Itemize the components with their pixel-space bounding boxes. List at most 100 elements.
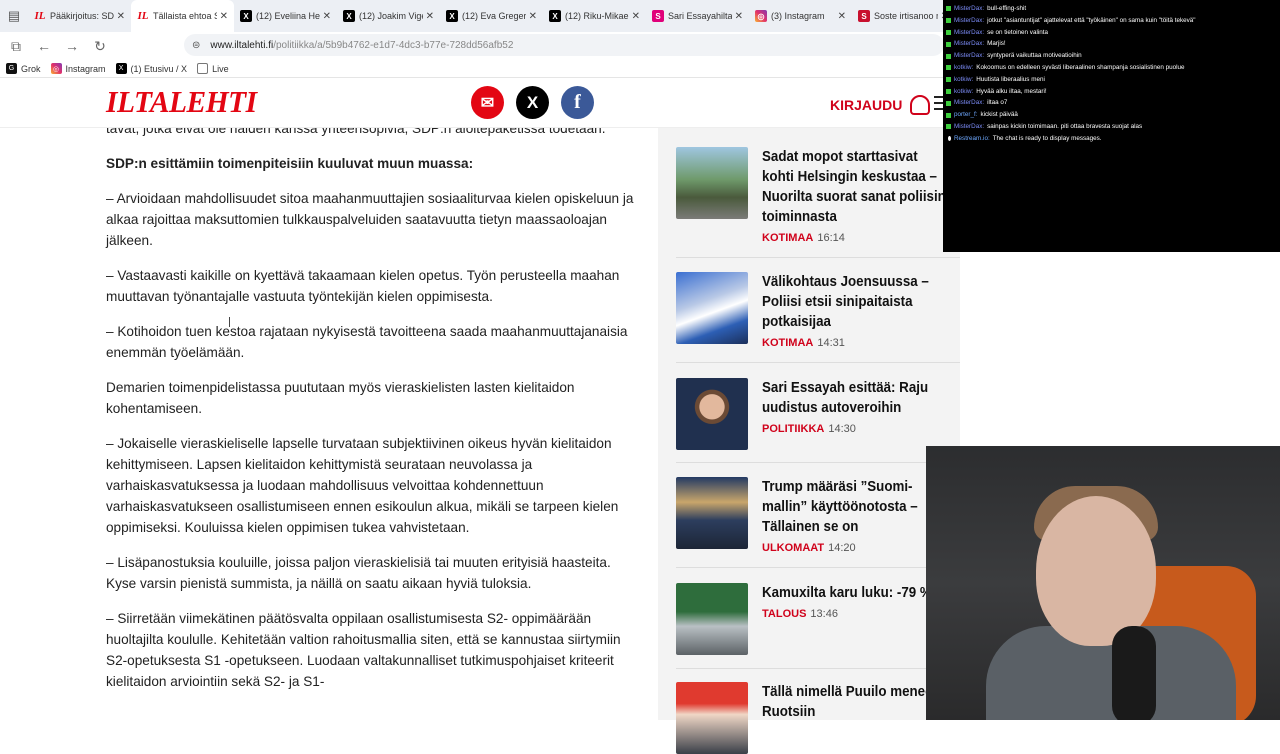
close-tab-icon[interactable]: ✕ (117, 11, 125, 22)
site-info-icon[interactable]: ⊜ (192, 40, 200, 51)
close-tab-icon[interactable]: ✕ (220, 11, 228, 22)
bookmark-live-folder[interactable]: Live (197, 63, 229, 74)
chat-username: MisterDax: (954, 5, 985, 12)
close-tab-icon[interactable]: ✕ (426, 11, 434, 22)
chat-username: kotkiw: (954, 87, 974, 95)
divider (676, 462, 960, 463)
tab[interactable]: X (12) Eveliina Hein✕ (234, 0, 337, 32)
chat-text: Kokoomus on edelleen syvästi liberaaline… (976, 63, 1185, 71)
bookmark-grok[interactable]: G Grok (6, 63, 41, 74)
close-tab-icon[interactable]: ✕ (735, 11, 743, 22)
tab-label: Soste irtisanoo n (874, 11, 938, 21)
news-title[interactable]: Trump määräsi ”Suomi-mallin” käyttöönoto… (762, 477, 946, 537)
news-category[interactable]: KOTIMAA (762, 337, 813, 349)
close-tab-icon[interactable]: ✕ (838, 11, 846, 22)
news-category[interactable]: ULKOMAAT (762, 542, 824, 554)
tab[interactable]: X (12) Riku-Mikael ✕ (543, 0, 646, 32)
news-item[interactable]: Tällä nimellä Puuilo menee Ruotsiin (676, 682, 960, 754)
article-paragraph: – Siirretään viimekätinen päätösvalta op… (106, 611, 621, 689)
news-title[interactable]: Tällä nimellä Puuilo menee Ruotsiin (762, 682, 946, 722)
chat-username: Restream.io: (954, 134, 990, 142)
news-title[interactable]: Sari Essayah esittää: Raju uudistus auto… (762, 378, 946, 418)
iltalehti-logo[interactable]: ILTALEHTI (106, 84, 257, 120)
news-thumbnail[interactable] (676, 147, 748, 219)
news-title[interactable]: Välikohtaus Joensuussa – Poliisi etsii s… (762, 272, 946, 332)
x-icon: X (115, 63, 127, 74)
chat-message: kotkiw: Kokoomus on edelleen syvästi libe… (946, 62, 1280, 74)
news-item[interactable]: Sadat mopot starttasivat kohti Helsingin… (676, 147, 960, 244)
divider (676, 567, 960, 568)
bookmark-label: (1) Etusivu / X (130, 63, 188, 74)
facebook-share-icon[interactable]: f (561, 86, 594, 119)
chat-username: MisterDax: (954, 40, 985, 48)
reload-icon[interactable]: ↻ (88, 34, 112, 58)
news-thumbnail[interactable] (676, 583, 748, 655)
forward-icon[interactable]: → (60, 34, 84, 58)
article-body: tavat, jotka eivät ole näiden kanssa yht… (106, 118, 638, 706)
chat-username: porter_f: (954, 111, 978, 119)
webcam-overlay (926, 446, 1280, 720)
instagram-favicon-icon: ◎ (755, 10, 767, 22)
bookmark-x-home[interactable]: X (1) Etusivu / X (115, 63, 188, 74)
x-favicon-icon: X (240, 10, 252, 22)
chat-message: MisterDax: se on tietoinen valinta (946, 27, 1280, 39)
article-subheading: SDP:n esittämiin toimenpiteisiin kuuluva… (106, 156, 474, 171)
chat-text: Huutista liberaalius meni (976, 75, 1045, 83)
tab-label: (12) Riku-Mikael (565, 11, 629, 21)
s-favicon-icon: S (652, 10, 664, 22)
news-category[interactable]: POLITIIKKA (762, 423, 824, 435)
chat-message: Restream.io: The chat is ready to display… (946, 133, 1280, 145)
news-title[interactable]: Sadat mopot starttasivat kohti Helsingin… (762, 147, 946, 227)
close-tab-icon[interactable]: ✕ (632, 11, 640, 22)
tab[interactable]: IL Pääkirjoitus: SDP:n✕ (28, 0, 131, 32)
site-header: ILTALEHTI ✉ X f KIRJAUDU (0, 78, 960, 128)
tab-list-icon[interactable]: ▤ (0, 0, 28, 32)
news-title[interactable]: Kamuxilta karu luku: -79 % (762, 583, 946, 603)
chat-username: MisterDax: (954, 16, 985, 24)
tab-label: (12) Eva Gregers (462, 11, 526, 21)
tab[interactable]: X (12) Eva Gregers ✕ (440, 0, 543, 32)
news-category[interactable]: KOTIMAA (762, 232, 813, 244)
chat-text: jotkut "asiantuntijat" ajattelevat että … (987, 16, 1196, 24)
platform-icon (946, 18, 951, 24)
chat-username: MisterDax: (954, 99, 985, 107)
platform-icon (946, 100, 951, 106)
chat-text: kickist päivää (980, 111, 1018, 119)
tab[interactable]: SSoste irtisanoo n✕ (852, 0, 955, 32)
news-item[interactable]: Välikohtaus Joensuussa – Poliisi etsii s… (676, 272, 960, 349)
article-paragraph: Demarien toimenpidelistassa puututaan my… (106, 380, 575, 416)
chat-username: kotkiw: (954, 63, 974, 71)
news-thumbnail[interactable] (676, 477, 748, 549)
chat-text: Marjis! (987, 40, 1006, 48)
tab[interactable]: S Sari Essayahilta y✕ (646, 0, 749, 32)
chat-message: MisterDax: sainpas kickin toimimaan. piti… (946, 121, 1280, 133)
news-thumbnail[interactable] (676, 272, 748, 344)
tab[interactable]: ◎ (3) Instagram ✕ (749, 0, 852, 32)
sidebar-toggle-icon[interactable]: ⧉ (4, 34, 28, 58)
chat-text: iltaa o7 (987, 99, 1008, 107)
news-thumbnail[interactable] (676, 378, 748, 450)
bookmark-instagram[interactable]: ◎ Instagram (50, 63, 106, 74)
email-share-icon[interactable]: ✉ (471, 86, 504, 119)
platform-icon (946, 77, 951, 83)
article-paragraph: – Jokaiselle vieraskieliselle lapselle t… (106, 436, 619, 535)
chat-text: bull-effing-shit (987, 5, 1027, 12)
close-tab-icon[interactable]: ✕ (529, 11, 537, 22)
chat-message: MisterDax: syntyperä vaikuttaa motiveatio… (946, 50, 1280, 62)
news-thumbnail[interactable] (676, 682, 748, 754)
news-item[interactable]: Trump määräsi ”Suomi-mallin” käyttöönoto… (676, 477, 960, 554)
news-item[interactable]: Kamuxilta karu luku: -79 % TALOUS 13:46 (676, 583, 960, 655)
back-icon[interactable]: ← (32, 34, 56, 58)
login-button[interactable]: KIRJAUDU (830, 95, 931, 115)
tab[interactable]: X (12) Joakim Vige ✕ (337, 0, 440, 32)
close-tab-icon[interactable]: ✕ (323, 11, 331, 22)
x-share-icon[interactable]: X (516, 86, 549, 119)
divider (676, 362, 960, 363)
iltalehti-favicon-icon: IL (137, 10, 149, 22)
address-bar[interactable]: ⊜ www.iltalehti.fi/politiikka/a/5b9b4762… (184, 34, 944, 56)
news-item[interactable]: Sari Essayah esittää: Raju uudistus auto… (676, 378, 960, 450)
platform-icon (946, 41, 951, 47)
platform-icon (946, 29, 951, 35)
tab[interactable]: IL Tällaista ehtoa SDP✕ (131, 0, 234, 32)
news-category[interactable]: TALOUS (762, 608, 806, 620)
